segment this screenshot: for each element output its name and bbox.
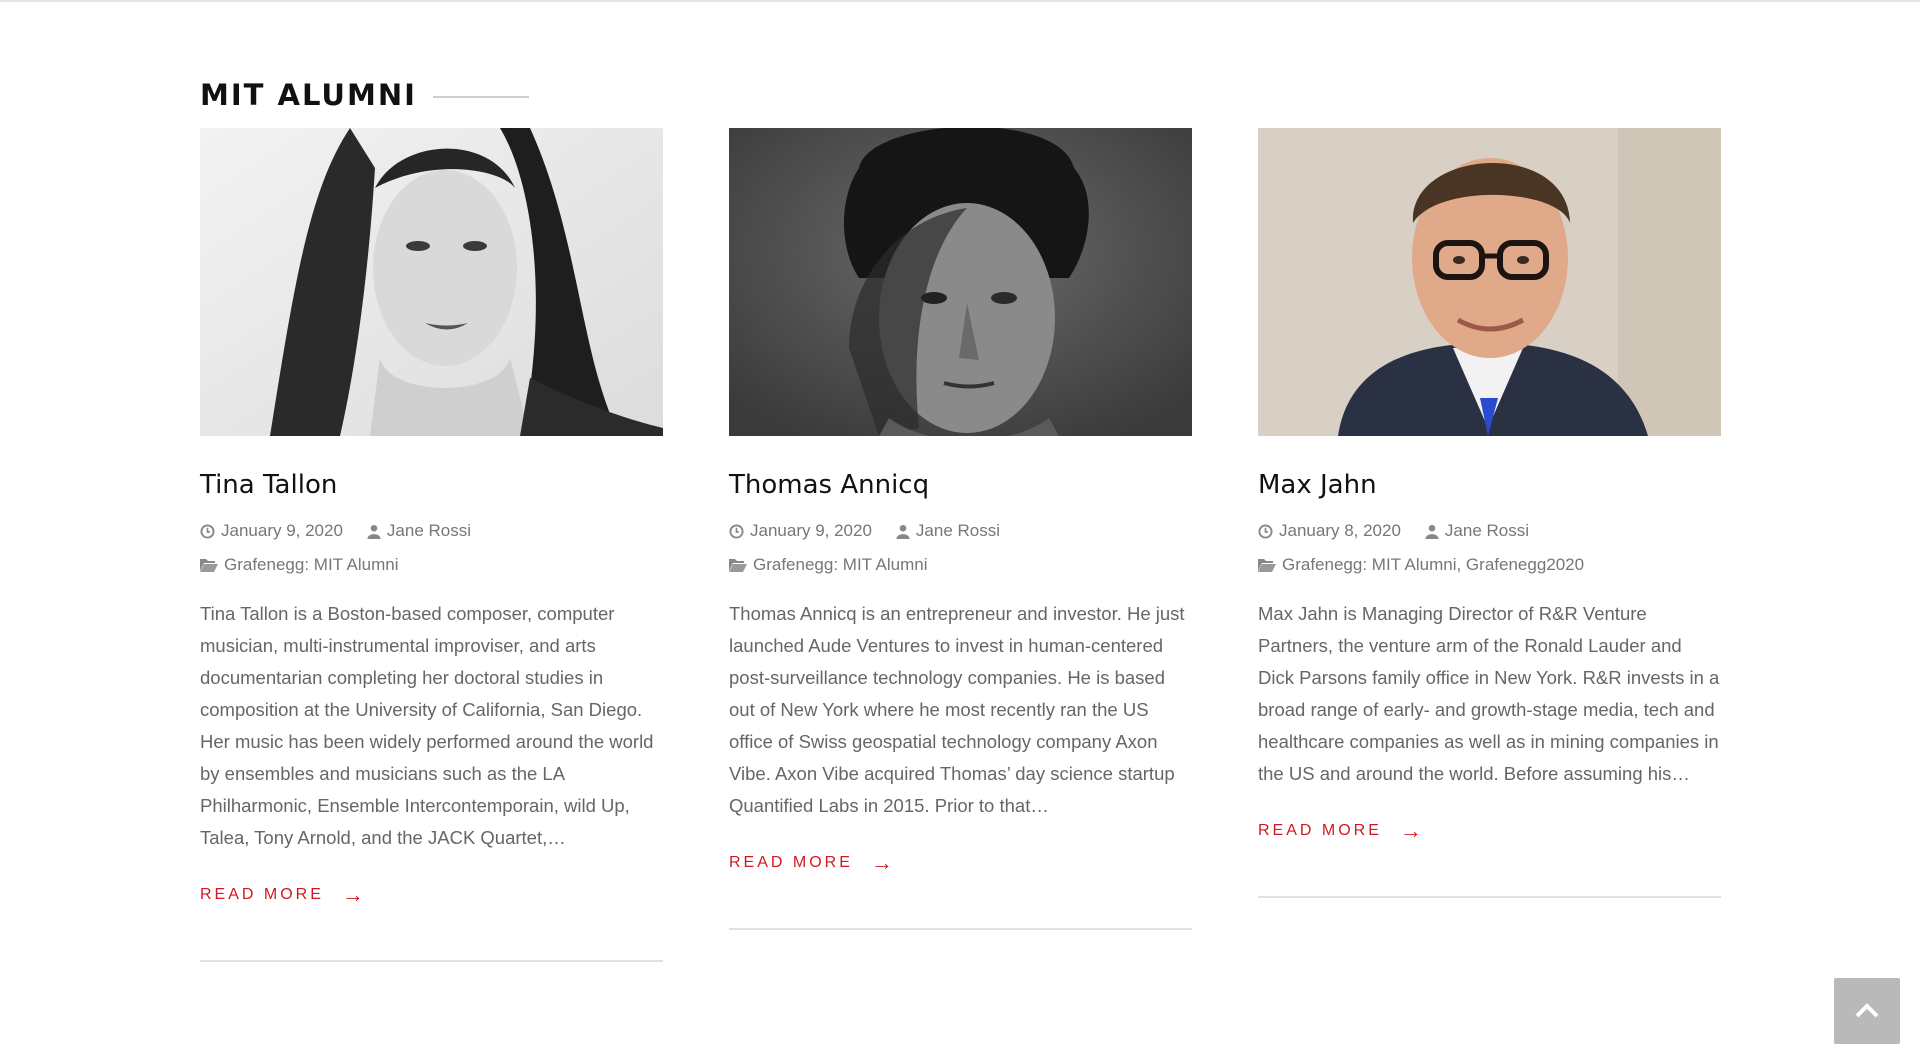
read-more-link[interactable]: READ MORE → [729,850,893,875]
portrait-image [1258,128,1721,436]
post-author-text[interactable]: Jane Rossi [916,520,1000,542]
alumni-card: Thomas Annicq January 9, 2020 Jane Rossi… [729,128,1192,962]
alumni-name[interactable]: Tina Tallon [200,468,663,502]
alumni-photo[interactable] [1258,128,1721,436]
card-divider [200,960,663,962]
arrow-right-icon: → [870,850,893,875]
read-more-label: READ MORE [729,854,853,871]
card-divider [1258,896,1721,898]
section-header: MIT ALUMNI [200,78,529,112]
user-icon [1425,524,1439,539]
clock-icon [1258,523,1273,539]
post-categories-text[interactable]: Grafenegg: MIT Alumni [224,554,399,576]
post-date-text[interactable]: January 8, 2020 [1279,520,1401,542]
post-meta: January 9, 2020 Jane Rossi [729,520,1192,542]
category-item: Grafenegg: MIT Alumni [729,554,928,576]
alumni-name[interactable]: Max Jahn [1258,468,1721,502]
post-meta: January 9, 2020 Jane Rossi [200,520,663,542]
post-author-text[interactable]: Jane Rossi [387,520,471,542]
post-categories-text[interactable]: Grafenegg: MIT Alumni [753,554,928,576]
alumni-card: Max Jahn January 8, 2020 Jane Rossi Graf… [1258,128,1721,962]
user-icon [896,524,910,539]
post-date: January 8, 2020 [1258,520,1401,542]
section-title: MIT ALUMNI [200,78,417,112]
alumni-photo[interactable] [729,128,1192,436]
post-author: Jane Rossi [896,520,1000,542]
post-categories: Grafenegg: MIT Alumni [729,554,1192,576]
post-date: January 9, 2020 [729,520,872,542]
section-title-underline [432,96,529,98]
chevron-up-icon [1855,1003,1879,1018]
read-more-label: READ MORE [1258,822,1382,839]
user-icon [367,524,381,539]
card-divider [729,928,1192,930]
alumni-photo[interactable] [200,128,663,436]
post-meta: January 8, 2020 Jane Rossi [1258,520,1721,542]
post-date-text[interactable]: January 9, 2020 [750,520,872,542]
portrait-image [200,128,663,436]
folder-open-icon [1258,559,1276,572]
read-more-link[interactable]: READ MORE → [200,882,364,907]
post-excerpt: Tina Tallon is a Boston-based composer, … [200,603,654,848]
folder-open-icon [200,559,218,572]
post-author-text[interactable]: Jane Rossi [1445,520,1529,542]
post-categories: Grafenegg: MIT Alumni, Grafenegg2020 [1258,554,1721,576]
post-categories-text[interactable]: Grafenegg: MIT Alumni, Grafenegg2020 [1282,554,1584,576]
arrow-right-icon: → [341,882,364,907]
folder-open-icon [729,559,747,572]
post-excerpt: Max Jahn is Managing Director of R&R Ven… [1258,603,1720,784]
clock-icon [200,523,215,539]
post-date-text[interactable]: January 9, 2020 [221,520,343,542]
category-item: Grafenegg: MIT Alumni [200,554,399,576]
portrait-image [729,128,1192,436]
top-divider [0,0,1920,2]
post-categories: Grafenegg: MIT Alumni [200,554,663,576]
alumni-name[interactable]: Thomas Annicq [729,468,1192,502]
arrow-right-icon: → [1399,818,1422,843]
post-excerpt: Thomas Annicq is an entrepreneur and inv… [729,603,1185,816]
post-author: Jane Rossi [1425,520,1529,542]
category-item: Grafenegg: MIT Alumni, Grafenegg2020 [1258,554,1584,576]
alumni-card: Tina Tallon January 9, 2020 Jane Rossi G… [200,128,663,962]
post-author: Jane Rossi [367,520,471,542]
clock-icon [729,523,744,539]
alumni-cards: Tina Tallon January 9, 2020 Jane Rossi G… [200,128,1722,962]
back-to-top-button[interactable] [1834,978,1900,1044]
read-more-label: READ MORE [200,886,324,903]
post-date: January 9, 2020 [200,520,343,542]
read-more-link[interactable]: READ MORE → [1258,818,1422,843]
